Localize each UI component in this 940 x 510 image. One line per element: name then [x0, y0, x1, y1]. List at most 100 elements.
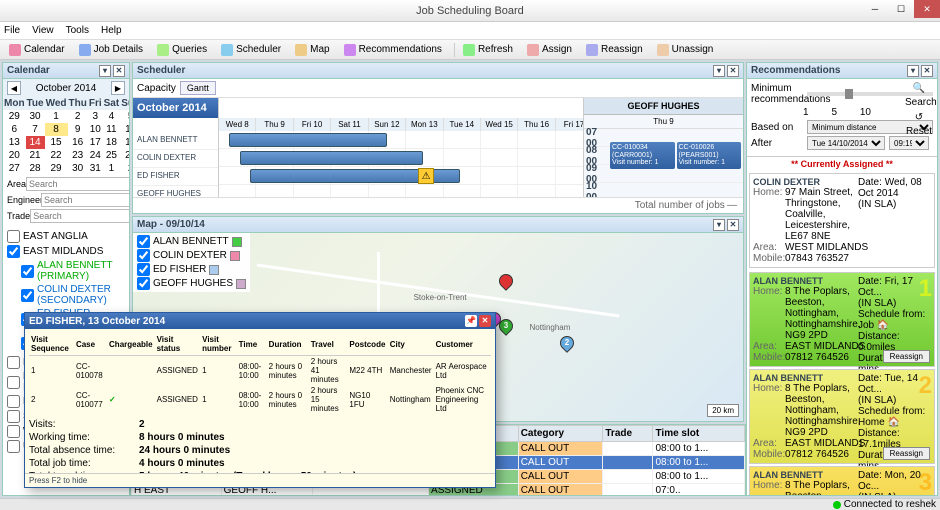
calendar-day[interactable]: 25 [103, 149, 121, 162]
reassign-button[interactable]: Reassign [883, 447, 930, 460]
calendar-day[interactable]: 9 [68, 123, 88, 136]
gantt-day-header[interactable]: Thu 9 [256, 118, 293, 131]
menu-tools[interactable]: Tools [66, 25, 89, 36]
calendar-day[interactable]: 30 [68, 162, 88, 175]
toolbar-recommendations[interactable]: Recommendations [339, 42, 447, 58]
gantt-tab[interactable]: Gantt [180, 81, 216, 95]
calendar-day[interactable]: 2 [120, 162, 130, 175]
gantt-day-header[interactable]: Tue 14 [444, 118, 481, 131]
menu-help[interactable]: Help [101, 25, 122, 36]
reset-button[interactable]: ↺Reset [905, 112, 933, 137]
search-button[interactable]: 🔍Search [905, 83, 933, 108]
reassign-button[interactable]: Reassign [883, 350, 930, 363]
legend-row[interactable]: ALAN BENNETT [137, 235, 246, 248]
calendar-day[interactable]: 7 [26, 123, 45, 136]
calendar-day[interactable]: 13 [3, 136, 26, 149]
calendar-day[interactable]: 3 [88, 110, 103, 123]
calendar-day[interactable]: 4 [103, 110, 121, 123]
recommendation-card[interactable]: 2 ALAN BENNETT Home:8 The Poplars, Beest… [749, 369, 935, 464]
calendar-day[interactable]: 10 [88, 123, 103, 136]
calendar-day[interactable]: 14 [26, 136, 45, 149]
popup-row[interactable]: 2CC-010077✓ASSIGNED108:00-10:002 hours 0… [29, 385, 491, 414]
toolbar-scheduler[interactable]: Scheduler [216, 42, 286, 58]
calendar-day[interactable]: 19 [120, 136, 130, 149]
warning-icon[interactable]: ⚠ [418, 168, 434, 184]
close-button[interactable]: ✕ [914, 0, 940, 18]
gantt-resource[interactable]: COLIN DEXTER [133, 150, 218, 168]
gantt-resource[interactable]: ALAN BENNETT [133, 132, 218, 150]
recommendation-card[interactable]: 3 ALAN BENNETT Home:8 The Poplars, Beest… [749, 466, 935, 495]
calendar-day[interactable]: 31 [88, 162, 103, 175]
popup-close-icon[interactable]: ✕ [479, 315, 491, 327]
tree-child[interactable]: ALAN BENNETT (PRIMARY) [21, 259, 125, 283]
map-pin[interactable]: 3 [496, 317, 516, 337]
calendar-day[interactable]: 27 [3, 162, 26, 175]
panel-close-icon[interactable]: ✕ [921, 65, 933, 77]
calendar-day[interactable]: 18 [103, 136, 121, 149]
calendar-day[interactable]: 30 [26, 110, 45, 123]
toolbar-unassign[interactable]: Unassign [652, 42, 719, 58]
legend-row[interactable]: ED FISHER [137, 263, 246, 276]
panel-toggle-icon[interactable]: ▾ [907, 65, 919, 77]
calendar-day[interactable]: 12 [120, 123, 130, 136]
toolbar-assign[interactable]: Assign [522, 42, 577, 58]
calendar-day[interactable]: 2 [68, 110, 88, 123]
calendar-day[interactable]: 28 [26, 162, 45, 175]
calendar-day[interactable]: 26 [120, 149, 130, 162]
gantt-day-header[interactable]: Thu 16 [518, 118, 555, 131]
calendar-day[interactable]: 17 [88, 136, 103, 149]
area-search[interactable] [26, 177, 130, 191]
calendar-day[interactable]: 20 [3, 149, 26, 162]
calendar-day[interactable]: 24 [88, 149, 103, 162]
calendar-day[interactable]: 23 [68, 149, 88, 162]
calendar-day[interactable]: 16 [68, 136, 88, 149]
gantt-day-header[interactable]: Mon 13 [406, 118, 443, 131]
legend-row[interactable]: COLIN DEXTER [137, 249, 246, 262]
panel-toggle-icon[interactable]: ▾ [713, 65, 725, 77]
recommendation-card[interactable]: 1 ALAN BENNETT Home:8 The Poplars, Beest… [749, 272, 935, 367]
calendar-day[interactable]: 29 [45, 162, 68, 175]
calendar-day[interactable]: 11 [103, 123, 121, 136]
panel-toggle-icon[interactable]: ▾ [99, 65, 111, 77]
panel-close-icon[interactable]: ✕ [727, 65, 739, 77]
after-date-select[interactable]: Tue 14/10/2014 [807, 136, 885, 150]
calendar-day[interactable]: 15 [45, 136, 68, 149]
calendar-day[interactable]: 6 [3, 123, 26, 136]
calendar-day[interactable]: 8 [45, 123, 68, 136]
gantt-bar[interactable] [240, 151, 423, 165]
engineer-search[interactable] [41, 193, 130, 207]
toolbar-refresh[interactable]: Refresh [458, 42, 518, 58]
calendar-grid[interactable]: MonTueWedThuFriSatSun2930123456789101112… [3, 97, 130, 175]
calendar-day[interactable]: 22 [45, 149, 68, 162]
tree-node[interactable]: EAST ANGLIA [7, 229, 125, 244]
gantt-resource[interactable]: GEOFF HUGHES [133, 186, 218, 197]
job-card[interactable]: CC-010034(CARR0001)Visit number: 1 [610, 142, 675, 169]
popup-pin-icon[interactable]: 📌 [465, 315, 477, 327]
toolbar-queries[interactable]: Queries [152, 42, 212, 58]
job-card[interactable]: CC-010026(PEARS001)Visit number: 1 [677, 142, 742, 169]
calendar-day[interactable]: 1 [45, 110, 68, 123]
popup-row[interactable]: 1CC-010078ASSIGNED108:00-10:002 hours 0 … [29, 356, 491, 386]
tree-child[interactable]: COLIN DEXTER (SECONDARY) [21, 283, 125, 307]
calendar-day[interactable]: 5 [120, 110, 130, 123]
panel-close-icon[interactable]: ✕ [727, 219, 739, 231]
menu-view[interactable]: View [32, 25, 54, 36]
gantt-day-header[interactable]: Sat 11 [331, 118, 368, 131]
legend-row[interactable]: GEOFF HUGHES [137, 277, 246, 290]
panel-close-icon[interactable]: ✕ [113, 65, 125, 77]
gantt-resource[interactable]: ED FISHER [133, 168, 218, 186]
next-month-button[interactable]: ▶ [111, 81, 125, 95]
trade-search[interactable] [30, 209, 130, 223]
minimize-button[interactable]: ─ [862, 0, 888, 18]
toolbar-calendar[interactable]: Calendar [4, 42, 70, 58]
map-pin[interactable] [496, 271, 516, 291]
gantt-day-header[interactable]: Wed 15 [481, 118, 518, 131]
gantt-day-header[interactable]: Wed 8 [219, 118, 256, 131]
toolbar-map[interactable]: Map [290, 42, 334, 58]
toolbar-reassign[interactable]: Reassign [581, 42, 648, 58]
gantt-day-header[interactable]: Sun 12 [369, 118, 406, 131]
menu-file[interactable]: File [4, 25, 20, 36]
calendar-day[interactable]: 29 [3, 110, 26, 123]
maximize-button[interactable]: ☐ [888, 0, 914, 18]
tree-node[interactable]: EAST MIDLANDS [7, 244, 125, 259]
